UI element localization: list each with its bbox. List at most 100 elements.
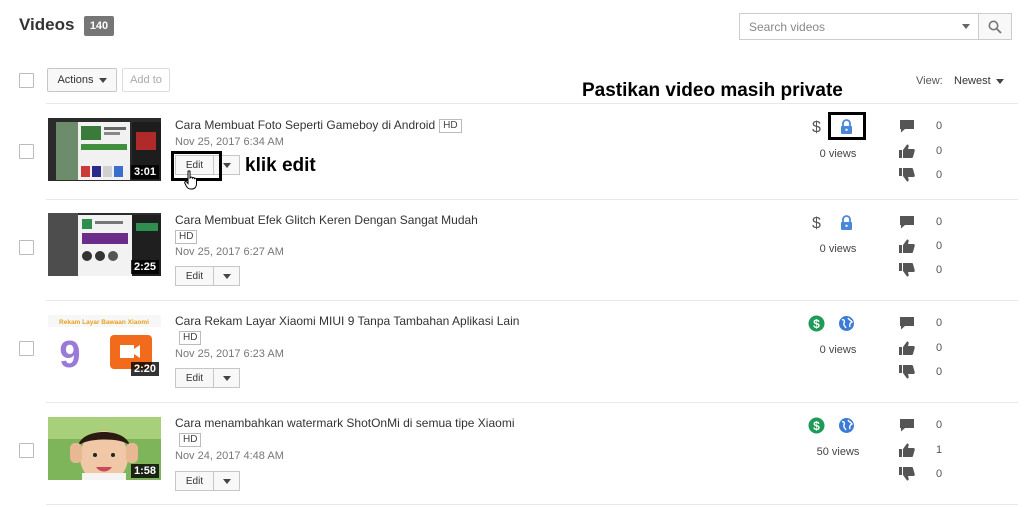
hd-badge: HD [179,433,202,447]
thumbs-up-icon [899,341,915,355]
search-input[interactable] [740,14,950,39]
comment-count: 0 [936,216,943,228]
video-title[interactable]: Cara Rekam Layar Xiaomi MIUI 9 Tanpa Tam… [175,313,520,345]
comment-count: 0 [936,317,943,329]
monetized-icon[interactable]: $ [808,417,825,434]
video-date: Nov 25, 2017 6:23 AM [175,348,284,360]
row-checkbox[interactable] [19,341,34,356]
thumbs-down-icon [899,467,915,481]
video-duration: 1:58 [130,464,159,478]
dollar-icon[interactable]: $ [808,118,825,135]
row-checkbox[interactable] [19,240,34,255]
video-thumbnail[interactable]: 1:58 [48,417,161,480]
row-checkbox[interactable] [19,443,34,458]
video-date: Nov 25, 2017 6:34 AM [175,136,284,148]
thumbs-up-icon [899,144,915,158]
search-button[interactable] [978,13,1012,40]
video-title[interactable]: Cara Membuat Efek Glitch Keren Dengan Sa… [175,212,520,244]
thumbs-up-icon [899,443,915,457]
like-count: 0 [936,342,943,354]
thumbs-down-icon [899,365,915,379]
add-to-button[interactable]: Add to [122,68,170,92]
comment-icon [900,317,914,330]
view-count: 0 views [819,243,857,255]
hand-cursor-icon [184,170,197,190]
dislike-count: 0 [936,169,943,181]
video-title-text: Cara Rekam Layar Xiaomi MIUI 9 Tanpa Tam… [175,314,520,328]
dollar-icon[interactable]: $ [808,214,825,231]
svg-text:9: 9 [59,334,80,376]
search-icon [988,20,1002,34]
select-all-checkbox[interactable] [19,73,34,88]
view-count: 0 views [819,344,857,356]
page-title: Videos [19,15,75,34]
dislike-count: 0 [936,264,943,276]
view-count: 0 views [819,148,857,160]
video-row: 3:01 Cara Membuat Foto Seperti Gameboy d… [0,103,1028,203]
video-duration: 2:25 [130,260,159,274]
chevron-down-icon [222,162,231,168]
like-count: 1 [936,444,943,456]
actions-button[interactable]: Actions [47,68,117,92]
video-title[interactable]: Cara Membuat Foto Seperti Gameboy di And… [175,117,520,133]
globe-icon[interactable] [838,315,855,332]
video-date: Nov 24, 2017 4:48 AM [175,450,284,462]
video-duration: 2:20 [130,362,159,376]
video-row: Rekam Layar Bawaan Xiaomi 9 2:20 Cara Re… [0,300,1028,400]
row-checkbox[interactable] [19,144,34,159]
annotation-edit-note: klik edit [245,155,316,176]
video-row: 1:58 Cara menambahkan watermark ShotOnMi… [0,402,1028,502]
chevron-down-icon [222,273,231,279]
chevron-down-icon [98,77,107,83]
video-duration: 3:01 [130,165,159,179]
dislike-count: 0 [936,468,943,480]
edit-button-group: Edit [175,368,240,388]
like-count: 0 [936,145,943,157]
hd-badge: HD [179,331,202,345]
svg-text:$: $ [813,317,820,331]
comment-count: 0 [936,120,943,132]
globe-icon[interactable] [838,417,855,434]
video-thumbnail[interactable]: Rekam Layar Bawaan Xiaomi 9 2:20 [48,315,161,378]
video-count-badge: 140 [84,16,114,36]
edit-button-group: Edit [175,471,240,491]
edit-dropdown-button[interactable] [214,368,240,388]
edit-button[interactable]: Edit [175,266,214,286]
edit-button[interactable]: Edit [175,368,214,388]
comment-count: 0 [936,419,943,431]
comment-icon [900,216,914,229]
thumbs-down-icon [899,168,915,182]
video-title-text: Cara Membuat Efek Glitch Keren Dengan Sa… [175,213,478,227]
chevron-down-icon [222,375,231,381]
comment-icon [900,419,914,432]
thumbs-down-icon [899,263,915,277]
thumbnail-caption: Rekam Layar Bawaan Xiaomi [59,319,149,326]
annotation-private-highlight [828,112,866,140]
video-title-text: Cara menambahkan watermark ShotOnMi di s… [175,416,515,430]
view-count: 50 views [816,446,860,458]
search-dropdown-icon[interactable] [962,24,970,29]
sort-value: Newest [954,75,991,87]
svg-text:$: $ [813,419,820,433]
svg-text:$: $ [812,215,821,231]
row-divider [46,504,1018,505]
video-title-text: Cara Membuat Foto Seperti Gameboy di And… [175,118,436,132]
lock-icon[interactable] [838,214,855,231]
search-box [739,13,979,40]
video-thumbnail[interactable]: 2:25 [48,213,161,276]
sort-select[interactable]: Newest [954,75,1004,87]
dislike-count: 0 [936,366,943,378]
video-date: Nov 25, 2017 6:27 AM [175,246,284,258]
edit-dropdown-button[interactable] [214,471,240,491]
edit-button-group: Edit [175,266,240,286]
video-title[interactable]: Cara menambahkan watermark ShotOnMi di s… [175,415,520,447]
video-thumbnail[interactable]: 3:01 [48,118,161,181]
video-row: 2:25 Cara Membuat Efek Glitch Keren Deng… [0,199,1028,299]
monetized-icon[interactable]: $ [808,315,825,332]
svg-text:$: $ [812,119,821,135]
edit-dropdown-button[interactable] [214,266,240,286]
chevron-down-icon [995,78,1004,84]
thumbs-up-icon [899,239,915,253]
edit-button[interactable]: Edit [175,471,214,491]
chevron-down-icon [222,478,231,484]
